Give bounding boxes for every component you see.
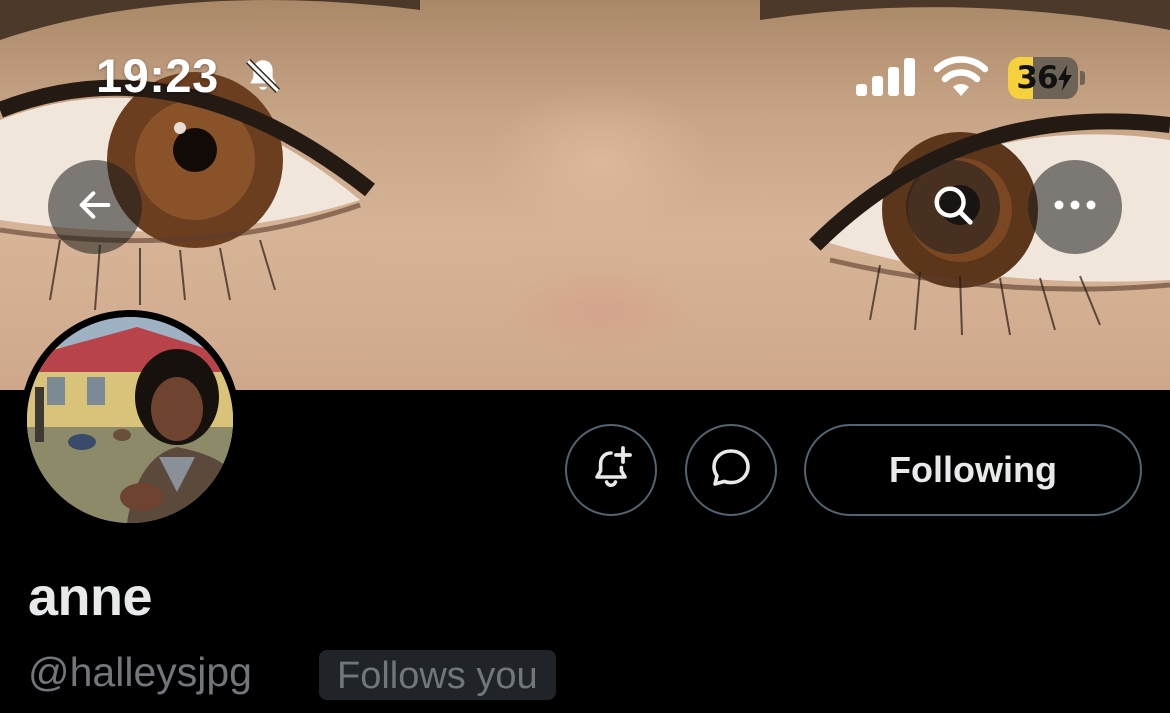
ellipsis-icon bbox=[1053, 198, 1097, 216]
status-time: 19:23 bbox=[96, 49, 219, 102]
follows-you-badge: Follows you bbox=[319, 650, 556, 700]
arrow-left-icon bbox=[75, 185, 115, 230]
notifications-button[interactable] bbox=[565, 424, 657, 516]
following-button[interactable]: Following bbox=[804, 424, 1142, 516]
chat-bubble-icon bbox=[707, 444, 755, 497]
more-options-button[interactable] bbox=[1028, 160, 1122, 254]
battery-cap bbox=[1080, 71, 1085, 85]
avatar-photo bbox=[27, 317, 233, 523]
display-name: anne bbox=[28, 567, 153, 627]
user-handle: @halleysjpg bbox=[28, 649, 252, 695]
wifi-icon bbox=[933, 56, 989, 101]
charging-bolt-icon bbox=[1057, 65, 1073, 96]
battery-indicator: 36 bbox=[1008, 57, 1085, 99]
avatar[interactable] bbox=[20, 310, 240, 530]
bell-plus-icon bbox=[587, 444, 635, 497]
message-button[interactable] bbox=[685, 424, 777, 516]
cellular-signal-icon bbox=[856, 58, 916, 101]
search-icon bbox=[930, 182, 976, 233]
bell-slash-icon bbox=[242, 55, 284, 102]
back-button[interactable] bbox=[48, 160, 142, 254]
search-button[interactable] bbox=[906, 160, 1000, 254]
